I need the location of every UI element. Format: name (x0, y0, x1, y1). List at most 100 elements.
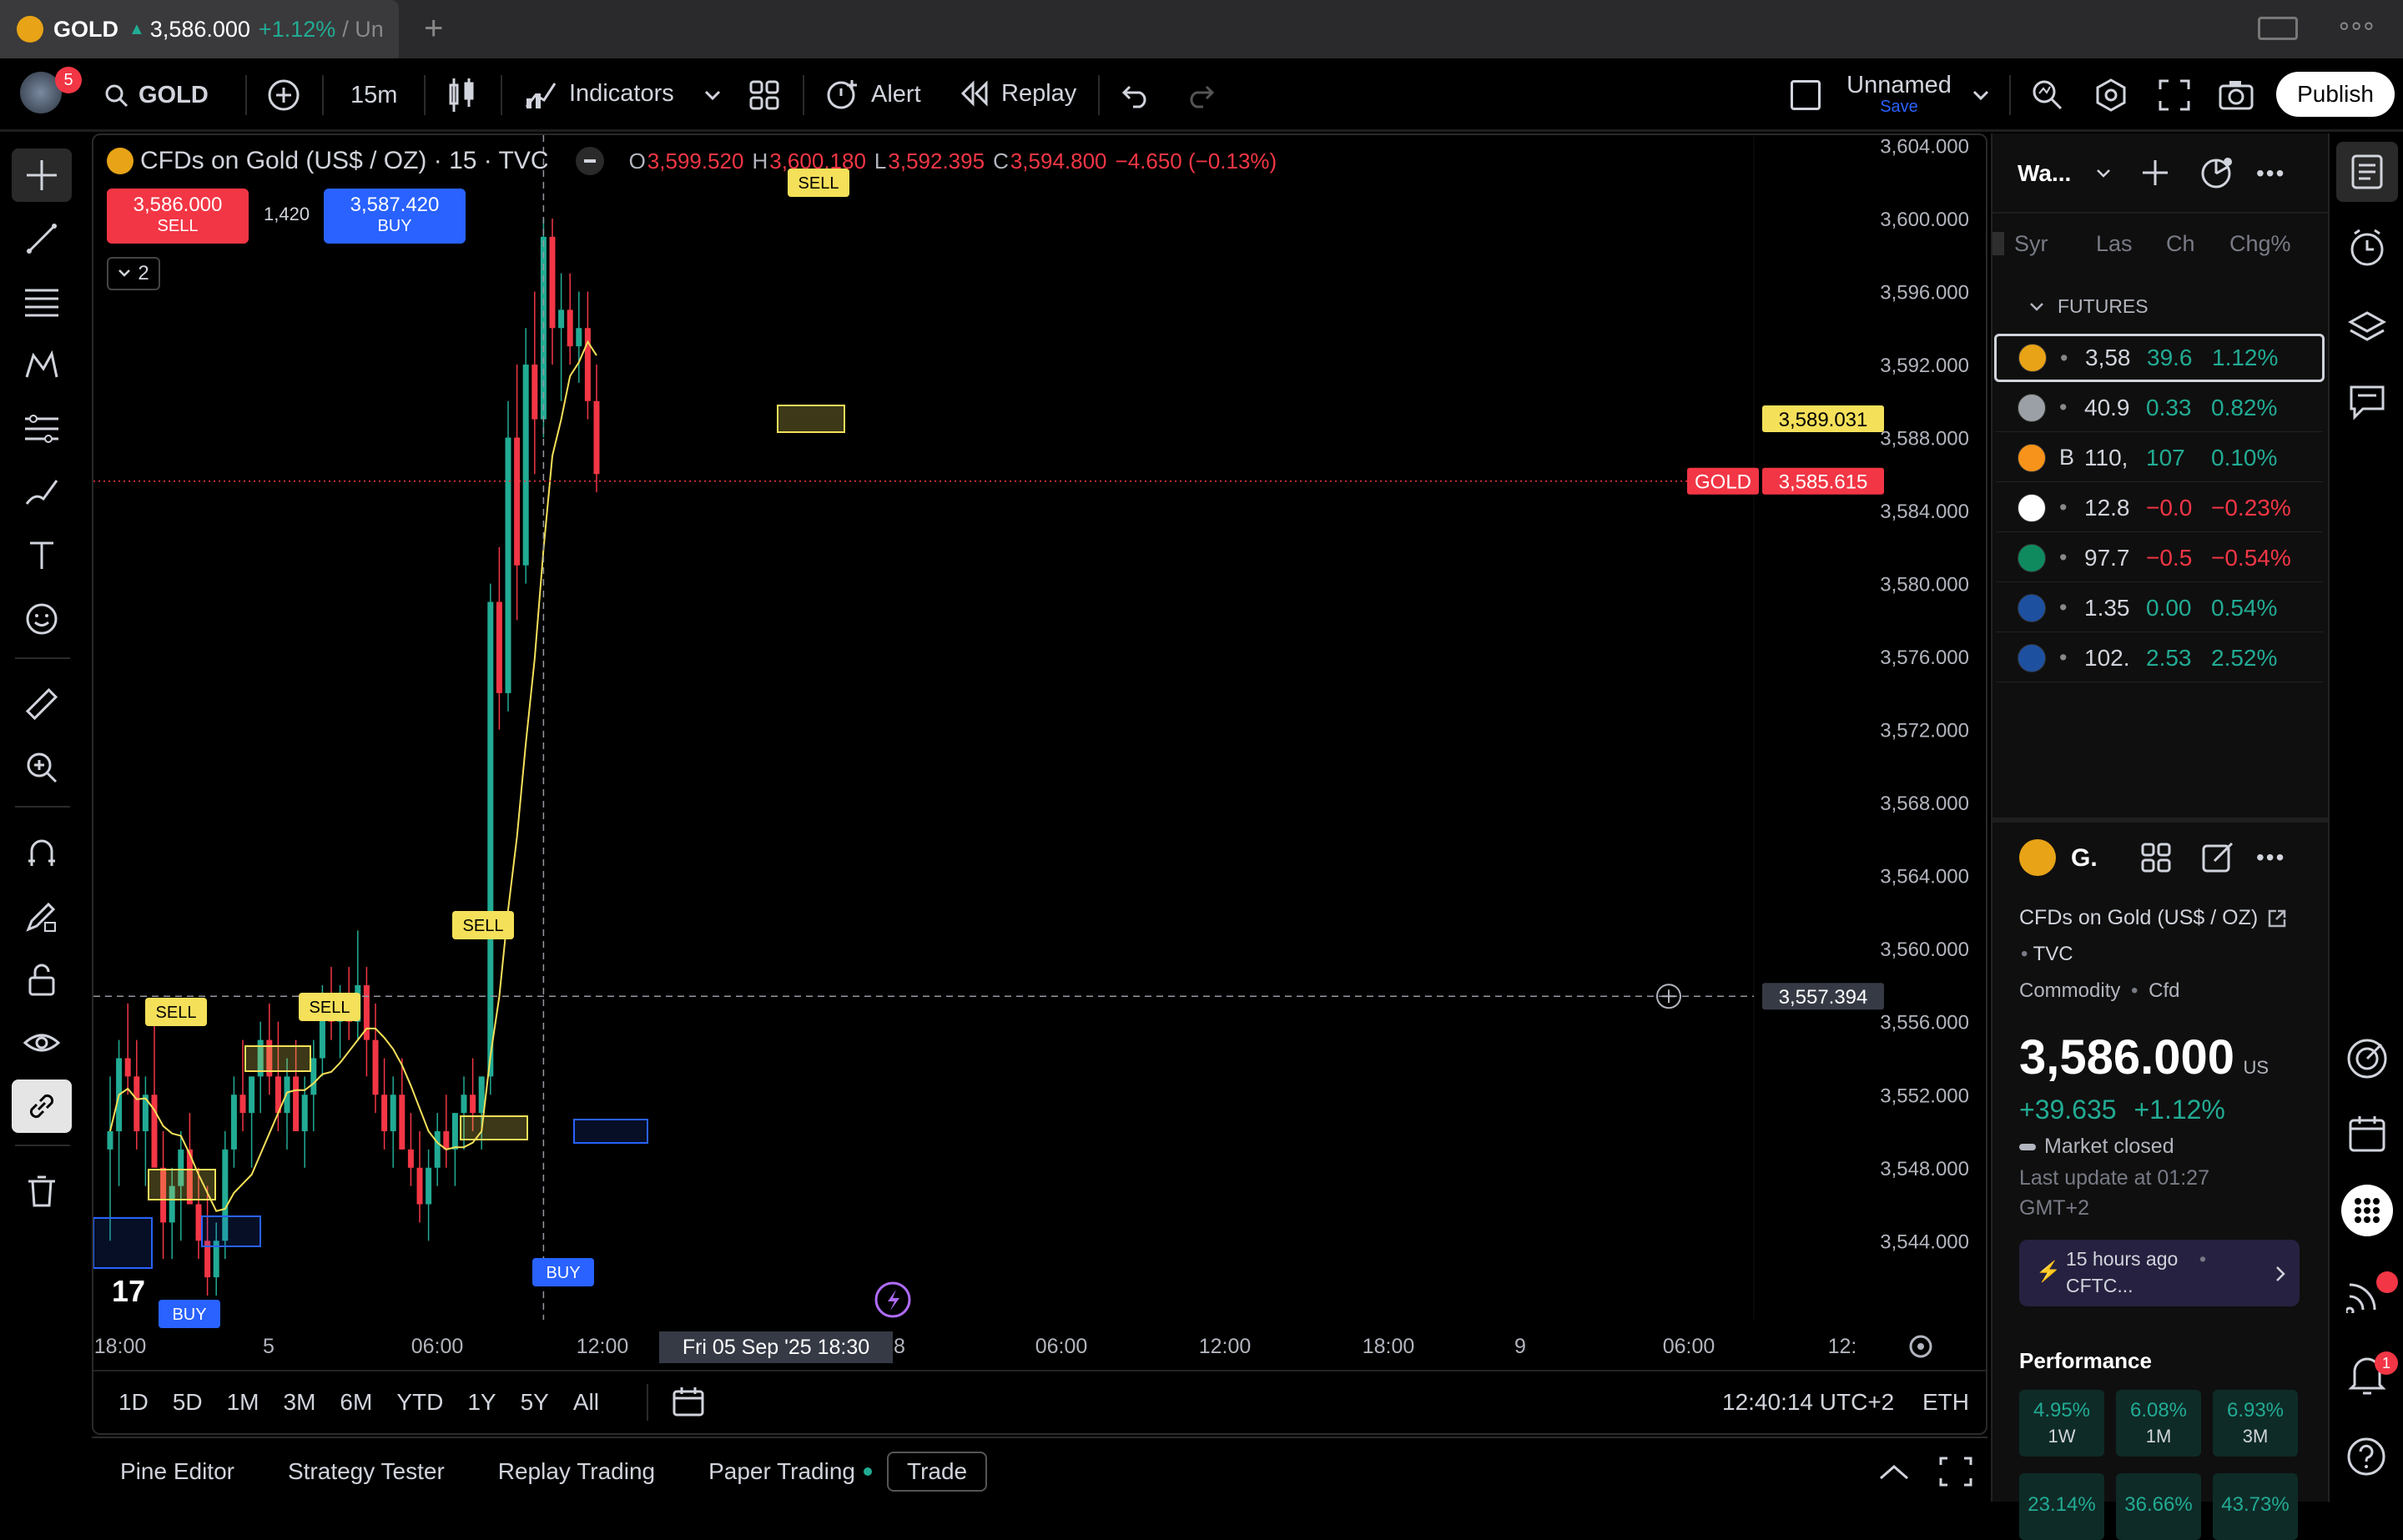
prediction-tool[interactable] (12, 402, 72, 455)
chevron-down-icon[interactable] (704, 90, 721, 102)
col-change[interactable]: Ch (2166, 231, 2229, 257)
clock[interactable]: 12:40:14 UTC+2 (1722, 1389, 1894, 1416)
fib-tool[interactable] (12, 275, 72, 329)
watchlist-row[interactable]: • 102. 2.53 2.52% (1996, 634, 2323, 682)
new-tab-button[interactable]: + (424, 10, 443, 48)
help-icon[interactable] (2346, 1437, 2386, 1477)
link-tool[interactable] (12, 1080, 72, 1133)
trendline-tool[interactable] (12, 212, 72, 265)
details-short-name[interactable]: G. (2071, 844, 2098, 873)
advanced-view-icon[interactable] (2199, 155, 2236, 189)
details-exchange[interactable]: TVC (2033, 943, 2073, 965)
sidebar-toggle-icon[interactable] (2258, 17, 2298, 40)
details-full-name-link[interactable]: CFDs on Gold (US$ / OZ) (2019, 906, 2288, 930)
chat-icon[interactable] (2348, 384, 2386, 420)
remove-tool[interactable] (12, 1165, 72, 1218)
symbol-search[interactable]: GOLD (103, 77, 209, 113)
browser-tab[interactable]: GOLD ▲ 3,586.000 +1.12% / Un (0, 0, 399, 58)
hide-tool[interactable] (12, 1016, 72, 1069)
col-change-percent[interactable]: Chg% (2229, 231, 2291, 257)
layout-checkbox-icon[interactable] (1791, 80, 1821, 110)
tab-paper-trading[interactable]: Paper Trading (708, 1458, 855, 1485)
tab-trade[interactable]: Trade (887, 1452, 988, 1492)
performance-tile[interactable]: 6.08% 1M (2116, 1390, 2201, 1457)
tab-replay-trading[interactable]: Replay Trading (498, 1458, 655, 1485)
watchlist-group[interactable]: FUTURES (2029, 295, 2149, 318)
calendar-goto-icon[interactable] (672, 1386, 705, 1419)
watchlist-row[interactable]: B 110, 107 0.10% (1996, 434, 2323, 482)
compare-add-icon[interactable] (267, 78, 300, 112)
tab-pine-editor[interactable]: Pine Editor (120, 1458, 234, 1485)
legend-title[interactable]: CFDs on Gold (US$ / OZ) · 15 · TVC (140, 147, 549, 175)
chevron-down-icon[interactable] (1972, 90, 1989, 102)
range-6m[interactable]: 6M (340, 1389, 372, 1416)
watchlist-row[interactable]: • 40.9 0.33 0.82% (1996, 384, 2323, 432)
signal-buy[interactable]: BUY (159, 1300, 220, 1328)
replay-button[interactable]: Replay (960, 77, 1076, 110)
magnet-tool[interactable] (12, 826, 72, 879)
watchlist-sidebar-button[interactable] (2336, 142, 2398, 202)
tab-strategy-tester[interactable]: Strategy Tester (288, 1458, 445, 1485)
details-more-button[interactable]: ••• (2256, 844, 2285, 871)
watchlist-row[interactable]: • 12.8 −0.0 −0.23% (1996, 484, 2323, 532)
performance-tile[interactable]: 23.14% (2019, 1473, 2104, 1540)
alert-button[interactable]: Alert (824, 77, 921, 112)
range-5y[interactable]: 5Y (521, 1389, 549, 1416)
pattern-tool[interactable] (12, 339, 72, 392)
alerts-clock-icon[interactable] (2348, 229, 2386, 267)
lock-tool[interactable] (12, 953, 72, 1006)
performance-tile[interactable]: 36.66% (2116, 1473, 2201, 1540)
watchlist-title[interactable]: Wa... (2018, 160, 2071, 187)
range-1y[interactable]: 1Y (467, 1389, 496, 1416)
sell-button[interactable]: 3,586.000 SELL (107, 189, 249, 244)
range-all[interactable]: All (573, 1389, 599, 1416)
col-last[interactable]: Las (2096, 231, 2166, 257)
watchlist-row[interactable]: • 3,58 39.6 1.12% (1994, 334, 2325, 382)
camera-icon[interactable] (2218, 78, 2254, 112)
legend-hide-button[interactable] (575, 147, 604, 175)
indicators-collapse-button[interactable]: 2 (107, 257, 160, 290)
session-button[interactable]: ETH (1922, 1389, 1969, 1416)
maximize-panel-icon[interactable] (1939, 1457, 1972, 1487)
news-card[interactable]: ⚡ 15 hours ago • CFTC... (2019, 1240, 2300, 1306)
publish-button[interactable]: Publish (2276, 72, 2395, 117)
range-5d[interactable]: 5D (173, 1389, 203, 1416)
apps-button[interactable] (2341, 1185, 2393, 1236)
watchlist-row[interactable]: • 97.7 −0.5 −0.54% (1996, 534, 2323, 582)
chart-pane[interactable]: 3,604.000 3,600.000 3,596.000 3,592.000 3,58… (92, 133, 1987, 1435)
range-1m[interactable]: 1M (227, 1389, 259, 1416)
calendar-icon[interactable] (2348, 1115, 2386, 1153)
col-symbol[interactable]: Syr (2014, 231, 2096, 257)
signal-buy[interactable]: BUY (532, 1258, 594, 1286)
text-tool[interactable] (12, 529, 72, 582)
signal-sell[interactable]: SELL (452, 911, 514, 939)
watchlist-row[interactable]: • 1.35 0.00 0.54% (1996, 584, 2323, 632)
range-ytd[interactable]: YTD (396, 1389, 443, 1416)
settings-gear-icon[interactable] (2094, 78, 2128, 112)
chevron-down-icon[interactable] (2096, 169, 2111, 179)
undo-icon[interactable] (1121, 83, 1151, 108)
performance-tile[interactable]: 43.73% (2213, 1473, 2298, 1540)
signal-sell[interactable]: SELL (145, 998, 207, 1026)
layers-icon[interactable] (2348, 310, 2386, 344)
measure-tool[interactable] (12, 677, 72, 731)
zoom-tool[interactable] (12, 741, 72, 794)
buy-button[interactable]: 3,587.420 BUY (324, 189, 466, 244)
range-1d[interactable]: 1D (118, 1389, 149, 1416)
emoji-tool[interactable] (12, 592, 72, 646)
indicators-button[interactable]: Indicators (524, 77, 674, 110)
redo-icon[interactable] (1185, 83, 1215, 108)
fullscreen-icon[interactable] (2158, 78, 2191, 112)
signal-sell[interactable]: SELL (299, 993, 360, 1021)
brush-tool[interactable] (12, 466, 72, 519)
edit-note-icon[interactable] (2201, 841, 2234, 874)
watchlist-more-button[interactable]: ••• (2256, 160, 2285, 187)
performance-tile[interactable]: 4.95% 1W (2019, 1390, 2104, 1457)
lock-drawing-mode-tool[interactable] (12, 889, 72, 943)
range-3m[interactable]: 3M (284, 1389, 316, 1416)
layout-grid-icon[interactable] (749, 80, 779, 110)
interval-button[interactable]: 15m (350, 82, 397, 109)
tab-more-button[interactable]: ∘∘∘ (2336, 12, 2376, 41)
crosshair-tool[interactable] (12, 148, 72, 202)
performance-tile[interactable]: 6.93% 3M (2213, 1390, 2298, 1457)
